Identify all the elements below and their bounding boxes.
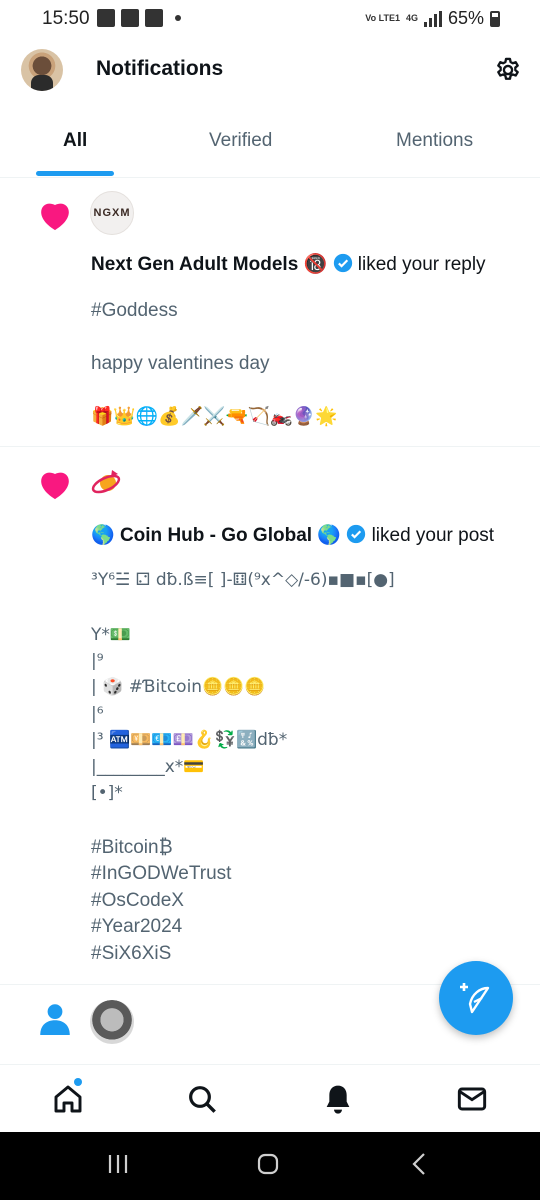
hashtag-line[interactable]: #Bitcoin₿ [91,837,173,859]
bell-icon[interactable] [322,1083,354,1115]
page-title: Notifications [96,57,224,80]
hashtag-line[interactable]: #SiX6XiS [91,943,171,965]
home-unread-dot [74,1078,82,1086]
hashtag-line[interactable]: #Year2024 [91,916,182,938]
status-right: Vo LTE1 4G 65% [365,8,500,29]
actor-name[interactable]: Next Gen Adult Models [91,254,298,275]
bottom-nav [0,1064,540,1132]
notification-tabs: All Verified Mentions [0,112,540,178]
coin-hub-logo-icon[interactable] [90,466,124,500]
heart-icon [41,203,69,231]
tab-mentions[interactable]: Mentions [396,130,473,152]
action-text: liked your reply [357,254,486,275]
gallery-icon [121,9,139,27]
active-tab-indicator [36,171,114,176]
post-text-line: |________x*💳 [91,757,205,777]
hashtag-line[interactable]: #OsCodeX [91,890,184,912]
post-text-line: |⁶ [91,704,104,724]
network-type: 4G [405,13,418,23]
actor-name[interactable]: Coin Hub - Go Global [120,525,312,546]
notification-headline: 🌎 Coin Hub - Go Global 🌎 liked your post [91,523,494,547]
profile-avatar[interactable] [21,49,63,91]
status-notification-icons [97,9,181,27]
status-bar: 15:50 Vo LTE1 4G 65% [0,0,540,40]
header: Notifications [0,40,540,102]
post-text-line: ³Y⁶☱ ⚁ dƀ.ß≡[ ]-⚅(⁹x^◇/-6)▪■▪[●] [91,570,395,590]
notification-item[interactable]: 🌎 Coin Hub - Go Global 🌎 liked your post… [0,448,540,985]
compose-feather-icon [460,983,490,1014]
battery-icon [490,10,500,27]
system-navigation-bar [0,1132,540,1200]
notification-item[interactable]: NGXM Next Gen Adult Models 🔞 liked your … [0,179,540,447]
battery-percent: 65% [447,8,484,28]
notification-headline: Next Gen Adult Models 🔞 liked your reply [91,252,486,276]
notification-app-icon [97,9,115,27]
tab-all[interactable]: All [63,130,87,152]
avatar[interactable] [90,1000,134,1044]
globe-emoji: 🌎 [91,524,115,546]
heart-icon [41,472,69,500]
facebook-icon [145,9,163,27]
post-text-line: #Goddess [91,300,178,321]
avatar[interactable]: NGXM [90,191,134,235]
recent-apps-icon[interactable] [106,1152,130,1176]
post-text-line: Y*💵 [91,625,132,645]
home-icon[interactable] [52,1083,84,1115]
settings-gear-icon[interactable] [494,56,522,84]
status-time: 15:50 [42,8,90,29]
post-text-line: |³ 🏧💴💶💷🪝💱🔣dƀ* [91,730,288,750]
mail-icon[interactable] [456,1083,488,1115]
post-text-line: [•]* [91,783,123,803]
back-icon[interactable] [408,1152,432,1176]
adult-badge-emoji: 🔞 [303,253,328,275]
person-icon [40,1004,70,1035]
more-notifications-dot [175,15,181,21]
post-text-line: happy valentines day [91,353,270,374]
home-button-icon[interactable] [256,1152,280,1176]
volte-label: Vo LTE1 [365,13,400,23]
compose-post-button[interactable] [439,961,513,1035]
avatar-logo-text: NGXM [93,207,131,219]
post-text-line: | 🎲 #Ɓitcoin🪙🪙🪙 [91,677,266,697]
post-emoji-line: 🎁👑🌐💰🗡️⚔️🔫🏹🏍️🔮🌟 [91,406,338,427]
hashtag-line[interactable]: #InGODWeTrust [91,863,231,885]
verified-badge-icon [333,253,352,273]
signal-icon [423,10,442,27]
tab-verified[interactable]: Verified [209,130,272,152]
action-text: liked your post [371,525,495,546]
post-text-line: |⁹ [91,651,104,671]
verified-badge-icon [347,524,366,544]
search-icon[interactable] [186,1083,218,1115]
globe-emoji: 🌎 [317,524,341,546]
